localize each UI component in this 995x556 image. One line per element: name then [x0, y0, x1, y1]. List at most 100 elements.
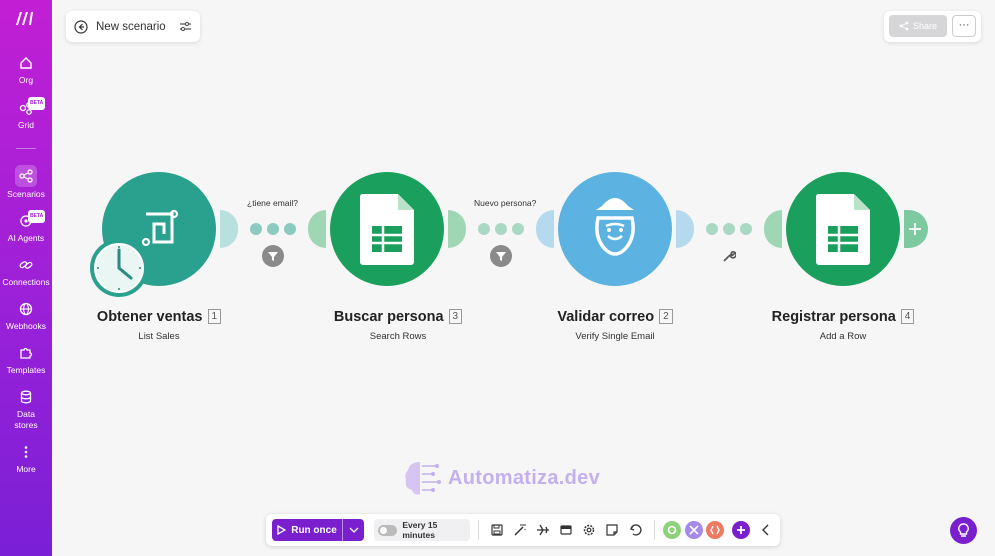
share-nodes-icon — [19, 169, 33, 183]
sidebar-item-grid[interactable]: BETA Grid — [0, 97, 52, 131]
home-icon — [20, 57, 32, 69]
table-icon[interactable] — [558, 522, 574, 538]
sliders-icon[interactable] — [179, 20, 192, 33]
sidebar-item-label: Org — [18, 75, 34, 85]
undo-icon[interactable] — [628, 522, 644, 538]
save-icon[interactable] — [489, 522, 505, 538]
note-icon[interactable] — [604, 522, 620, 538]
more-vertical-icon — [24, 446, 28, 458]
share-area: Share ··· — [884, 11, 981, 42]
more-options-button[interactable]: ··· — [952, 15, 976, 37]
brain-circuit-icon — [405, 462, 441, 495]
schedule-label: Every 15 minutes — [402, 520, 438, 540]
schedule-control[interactable]: Every 15 minutes — [374, 519, 470, 541]
filter-icon[interactable] — [490, 245, 512, 267]
sidebar-item-connections[interactable]: Connections — [0, 257, 52, 288]
route-dot — [740, 223, 752, 235]
link-icon — [19, 261, 33, 269]
flow-control-button[interactable] — [685, 521, 703, 539]
sidebar-item-label: Scenarios — [7, 189, 45, 199]
module-action: Verify Single Email — [575, 331, 655, 342]
sidebar-item-label: Connections — [2, 277, 50, 287]
toolbar-divider — [654, 520, 655, 540]
gorilla-agent-icon — [595, 198, 635, 256]
sidebar-item-webhooks[interactable]: Webhooks — [0, 301, 52, 332]
sidebar-item-org[interactable]: Org — [0, 55, 52, 86]
funnel-icon — [496, 252, 506, 261]
module-connector-left[interactable] — [536, 210, 554, 248]
google-sheets-icon — [359, 194, 414, 265]
back-arrow-icon[interactable] — [74, 19, 88, 34]
gear-icon[interactable] — [581, 522, 597, 538]
run-options-chevron-icon[interactable] — [343, 525, 364, 535]
route-label: ¿tiene email? — [247, 198, 299, 208]
plus-icon — [737, 526, 745, 534]
puzzle-icon — [20, 347, 33, 359]
bottom-toolbar: Run once Every 15 minutes — [266, 514, 780, 546]
run-once-label: Run once — [291, 524, 337, 536]
module-label: Validar correo 2 Verify Single Email — [515, 309, 715, 342]
sidebar-item-data-stores[interactable]: Data stores — [0, 389, 52, 431]
lightbulb-icon — [958, 523, 969, 537]
add-module-button[interactable] — [904, 210, 928, 248]
help-button[interactable] — [950, 517, 977, 544]
route-dot — [512, 223, 524, 235]
sidebar-item-more[interactable]: More — [0, 444, 52, 475]
route-dot — [706, 223, 718, 235]
tools-module-button[interactable] — [663, 521, 681, 539]
module-connector-right[interactable] — [448, 210, 466, 248]
make-logo-icon[interactable] — [14, 9, 38, 27]
toolbar-divider — [478, 520, 479, 540]
clock-schedule-icon[interactable] — [89, 238, 149, 298]
sidebar-item-templates[interactable]: Templates — [0, 345, 52, 376]
module-connector-left[interactable] — [764, 210, 782, 248]
add-button[interactable] — [732, 521, 750, 539]
play-icon — [277, 525, 287, 535]
run-once-button[interactable]: Run once — [272, 519, 364, 541]
route-dot — [495, 223, 507, 235]
module-number: 1 — [207, 309, 222, 324]
airplane-icon[interactable] — [535, 522, 551, 538]
module-registrar-persona[interactable] — [786, 172, 900, 286]
sidebar-item-ai-agents[interactable]: BETA AI Agents — [0, 210, 52, 244]
module-name: Buscar persona — [333, 309, 444, 325]
share-icon — [899, 21, 909, 31]
funnel-icon — [268, 252, 278, 261]
module-number: 4 — [900, 309, 915, 324]
wrench-icon[interactable] — [722, 249, 736, 263]
gear-small-icon — [667, 525, 677, 535]
scenario-title[interactable]: New scenario — [96, 21, 179, 33]
sidebar-divider — [16, 148, 36, 149]
schedule-toggle[interactable] — [378, 524, 398, 536]
route-dot — [478, 223, 490, 235]
route-dot — [723, 223, 735, 235]
sidebar-item-scenarios[interactable]: Scenarios — [0, 165, 52, 200]
sidebar-item-label: Grid — [17, 120, 35, 130]
sidebar-item-label: Templates — [6, 365, 46, 375]
plus-icon — [909, 223, 921, 235]
transformers-button[interactable] — [706, 521, 724, 539]
chevron-left-icon[interactable] — [758, 522, 774, 538]
module-number: 3 — [448, 309, 463, 324]
magic-wand-icon[interactable] — [512, 522, 528, 538]
scenario-header: New scenario — [66, 11, 200, 42]
route-dot — [284, 223, 296, 235]
module-name: Validar correo — [557, 309, 655, 325]
sidebar-item-label: AI Agents — [7, 233, 45, 243]
module-validar-correo[interactable] — [558, 172, 672, 286]
module-action: Add a Row — [819, 331, 867, 342]
module-action: List Sales — [138, 331, 180, 342]
module-connector-right[interactable] — [676, 210, 694, 248]
module-connector-right[interactable] — [220, 210, 238, 248]
cross-tools-icon — [689, 525, 699, 535]
filter-icon[interactable] — [262, 245, 284, 267]
share-button[interactable]: Share — [889, 15, 947, 37]
sidebar-item-label: More — [16, 464, 36, 474]
module-connector-left[interactable] — [308, 210, 326, 248]
module-buscar-persona[interactable] — [330, 172, 444, 286]
share-label: Share — [912, 21, 938, 31]
module-name: Registrar persona — [771, 309, 896, 325]
brackets-icon — [710, 525, 720, 535]
sidebar-item-label: Data stores — [14, 409, 38, 430]
database-icon — [20, 390, 32, 404]
